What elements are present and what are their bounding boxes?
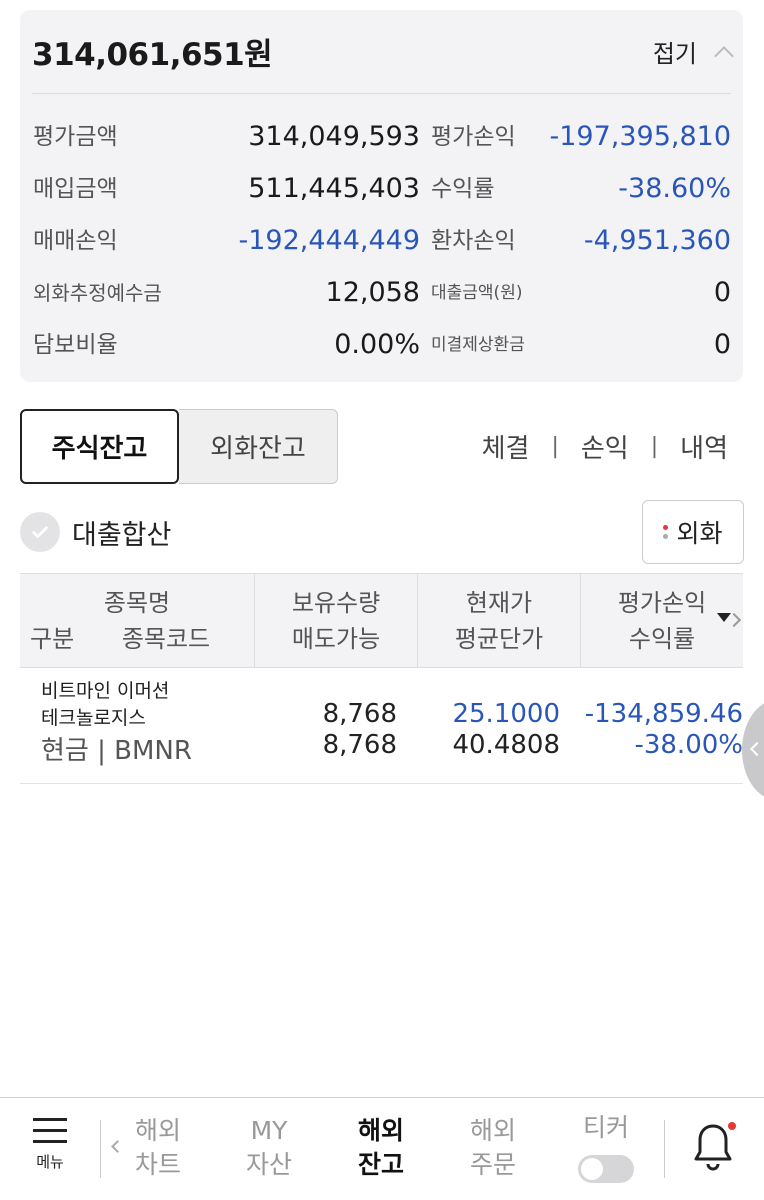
stock-name-line: 테크놀로지스 bbox=[41, 707, 146, 729]
nav-label: 차트 bbox=[134, 1150, 181, 1179]
col-stock-name[interactable]: 종목명 구분 종목코드 bbox=[20, 574, 255, 667]
fold-label: 접기 bbox=[652, 40, 697, 68]
summary-label: 평가손익 bbox=[431, 124, 516, 150]
summary-value: 0 bbox=[713, 329, 731, 360]
col-price[interactable]: 현재가 평균단가 bbox=[418, 574, 581, 667]
summary-label: 매매손익 bbox=[33, 228, 118, 254]
link-history[interactable]: 내역 bbox=[680, 428, 728, 465]
summary-value: -4,951,360 bbox=[583, 225, 731, 256]
summary-label: 외화추정예수금 bbox=[33, 281, 162, 305]
col-quantity[interactable]: 보유수량 매도가능 bbox=[255, 574, 418, 667]
currency-toggle-button[interactable]: 외화 bbox=[642, 500, 744, 564]
overseas-balance-screen: 314,061,651원 접기 평가금액 314,049,593 평가손익 -1… bbox=[0, 0, 764, 1200]
summary-label: 평가금액 bbox=[33, 124, 118, 150]
divider: | bbox=[650, 434, 659, 459]
summary-row: 외화추정예수금 12,058 대출금액(원) 0 bbox=[20, 267, 743, 319]
summary-value: 511,445,403 bbox=[248, 173, 420, 204]
balance-tabs: 주식잔고 외화잔고 bbox=[20, 409, 338, 484]
summary-value: 314,049,593 bbox=[248, 121, 420, 152]
divider: | bbox=[551, 434, 559, 459]
summary-label: 수익률 bbox=[431, 176, 495, 202]
fold-button[interactable]: 접기 bbox=[652, 34, 734, 69]
divider bbox=[664, 1120, 665, 1178]
summary-label: 환차손익 bbox=[431, 228, 516, 254]
sellable-qty: 8,768 bbox=[322, 730, 397, 760]
link-executions[interactable]: 체결 bbox=[482, 428, 530, 465]
return-rate: -38.00% bbox=[634, 730, 743, 760]
summary-value: -192,444,449 bbox=[238, 225, 420, 256]
summary-row: 평가금액 314,049,593 평가손익 -197,395,810 bbox=[20, 111, 743, 163]
col-subtitle: 구분 종목코드 bbox=[20, 622, 254, 656]
stock-type-code: 현금 | BMNR bbox=[41, 736, 192, 766]
nav-label: 자산 bbox=[245, 1150, 292, 1179]
table-row[interactable]: 비트마인 이머션 테크놀로지스 현금 | BMNR 8,768 8,768 25… bbox=[20, 668, 743, 784]
summary-value: -197,395,810 bbox=[549, 121, 731, 152]
tab-fx-balance[interactable]: 외화잔고 bbox=[179, 409, 338, 484]
nav-label: 해외 bbox=[357, 1116, 404, 1145]
col-subtitle-code: 종목코드 bbox=[121, 625, 211, 653]
col-subtitle: 수익률 bbox=[628, 625, 696, 653]
link-pnl[interactable]: 손익 bbox=[581, 428, 629, 465]
stock-name-line: 비트마인 이머션 bbox=[41, 680, 170, 702]
col-subtitle: 평균단가 bbox=[454, 625, 544, 653]
nav-item-overseas-balance[interactable]: 해외 잔고 bbox=[346, 1114, 416, 1182]
ticker-toggle[interactable] bbox=[578, 1155, 634, 1183]
col-subtitle-type: 구분 bbox=[30, 625, 75, 653]
nav-label: MY bbox=[250, 1116, 288, 1145]
nav-label: 해외 bbox=[469, 1116, 516, 1145]
ticker-label: 티커 bbox=[582, 1113, 629, 1142]
hamburger-icon bbox=[30, 1118, 70, 1143]
chevron-up-icon bbox=[714, 45, 734, 66]
nav-label: 잔고 bbox=[357, 1150, 404, 1179]
avg-price: 40.4808 bbox=[452, 730, 560, 760]
currency-label: 외화 bbox=[676, 519, 723, 548]
check-icon bbox=[20, 512, 60, 552]
col-title: 종목명 bbox=[103, 589, 171, 617]
menu-button[interactable]: 메뉴 bbox=[30, 1118, 70, 1172]
col-subtitle: 매도가능 bbox=[291, 625, 381, 653]
tab-stock-balance[interactable]: 주식잔고 bbox=[20, 409, 179, 484]
total-assets: 314,061,651원 bbox=[32, 37, 273, 73]
summary-row: 매매손익 -192,444,449 환차손익 -4,951,360 bbox=[20, 215, 743, 267]
summary-card: 314,061,651원 접기 평가금액 314,049,593 평가손익 -1… bbox=[20, 10, 743, 382]
nav-label: 해외 bbox=[134, 1116, 181, 1145]
loan-sum-checkbox[interactable]: 대출합산 bbox=[20, 511, 171, 553]
nav-item-my-assets[interactable]: MY 자산 bbox=[234, 1114, 304, 1182]
summary-row: 매입금액 511,445,403 수익률 -38.60% bbox=[20, 163, 743, 215]
bell-icon bbox=[694, 1122, 736, 1171]
nav-label: 주문 bbox=[469, 1150, 516, 1179]
history-links: 체결 | 손익 | 내역 bbox=[482, 409, 728, 484]
nav-item-overseas-chart[interactable]: 해외 차트 bbox=[123, 1114, 193, 1182]
col-title: 보유수량 bbox=[291, 589, 381, 617]
summary-value: -38.60% bbox=[618, 173, 731, 204]
status-dots-icon bbox=[663, 523, 669, 541]
menu-label: 메뉴 bbox=[36, 1153, 64, 1171]
summary-header: 314,061,651원 접기 bbox=[32, 10, 734, 94]
loan-sum-label: 대출합산 bbox=[72, 519, 172, 551]
col-title: 현재가 bbox=[465, 589, 533, 617]
current-price: 25.1000 bbox=[452, 699, 560, 729]
summary-row: 담보비율 0.00% 미결제상환금 0 bbox=[20, 319, 743, 371]
side-drawer-handle[interactable] bbox=[742, 700, 764, 800]
summary-label: 대출금액(원) bbox=[431, 283, 523, 303]
eval-pnl: -134,859.46 bbox=[584, 699, 743, 729]
summary-label: 미결제상환금 bbox=[431, 335, 525, 355]
summary-value: 12,058 bbox=[325, 277, 420, 308]
divider bbox=[100, 1120, 101, 1178]
holding-qty: 8,768 bbox=[322, 699, 397, 729]
notification-button[interactable] bbox=[690, 1120, 736, 1176]
nav-item-overseas-order[interactable]: 해외 주문 bbox=[458, 1114, 528, 1182]
stock-name: 비트마인 이머션 테크놀로지스 bbox=[41, 678, 241, 732]
summary-label: 매입금액 bbox=[33, 176, 118, 202]
summary-value: 0 bbox=[713, 277, 731, 308]
summary-value: 0.00% bbox=[334, 329, 420, 360]
summary-label: 담보비율 bbox=[33, 332, 118, 358]
holdings-table-header: 종목명 구분 종목코드 보유수량 매도가능 현재가 평균단가 평가손익 수익률 bbox=[20, 573, 743, 668]
